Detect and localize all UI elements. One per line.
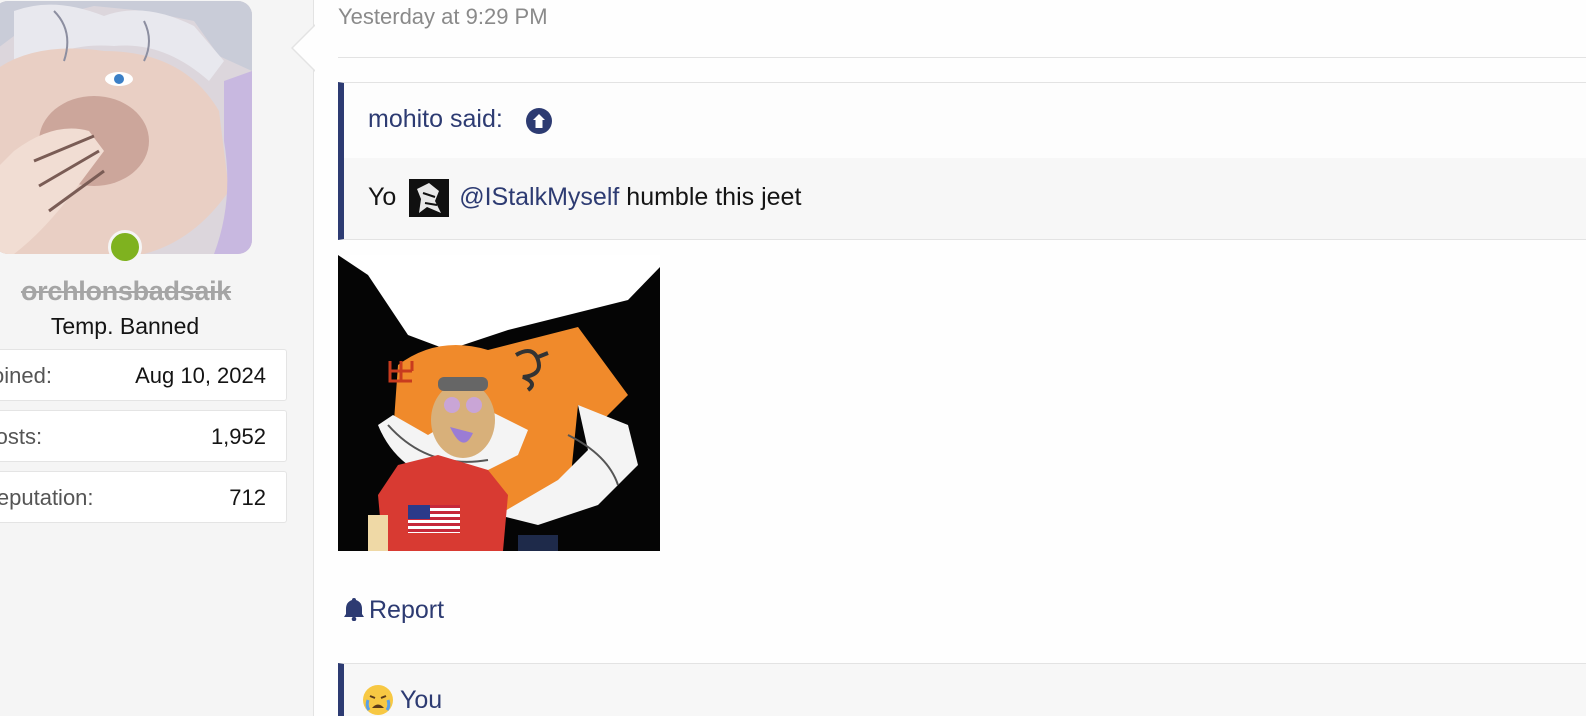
avatar-illustration [0, 1, 252, 254]
quote-header: mohito said: [344, 83, 1586, 158]
post-image[interactable] [338, 255, 660, 551]
forum-post: orchlonsbadsaik Temp. Banned Joined: Aug… [0, 0, 1586, 716]
stat-label: Posts: [0, 424, 43, 449]
meme-image [338, 255, 660, 551]
user-title: Temp. Banned [50, 313, 200, 339]
report-link[interactable]: Report [343, 596, 444, 625]
stat-posts: Posts: 1,952 [0, 410, 287, 462]
stat-reputation: Reputation: 712 [0, 471, 287, 523]
header-divider [338, 57, 1586, 58]
username[interactable]: orchlonsbadsaik [0, 276, 252, 307]
user-avatar[interactable] [0, 1, 252, 254]
post-timestamp[interactable]: Yesterday at 9:29 PM [338, 4, 548, 30]
online-status-indicator [108, 230, 142, 264]
stat-value: 712 [229, 485, 266, 510]
stat-label: Joined: [0, 363, 52, 388]
user-info-column: orchlonsbadsaik Temp. Banned Joined: Aug… [0, 0, 314, 716]
stat-joined: Joined: Aug 10, 2024 [0, 349, 287, 401]
reactions-bar: You [338, 663, 1586, 716]
reaction-user-link[interactable]: You [400, 686, 442, 715]
weary-face-icon [363, 685, 393, 715]
quote-text-before: Yo [368, 183, 397, 211]
quote-block: mohito said: Yo @IStalkMyself humble thi… [338, 82, 1586, 240]
user-mention-link[interactable]: @IStalkMyself [459, 183, 619, 211]
quote-text-after: humble this jeet [626, 183, 802, 211]
post-pointer-arrow-fill [293, 24, 317, 72]
stat-value: 1,952 [210, 424, 266, 449]
mention-avatar [409, 179, 450, 217]
stat-value: Aug 10, 2024 [135, 363, 266, 388]
arrow-up-circle-icon[interactable] [526, 108, 552, 134]
quote-body: Yo @IStalkMyself humble this jeet [368, 179, 801, 217]
quote-author-link[interactable]: mohito said: [368, 105, 503, 134]
report-label: Report [369, 596, 445, 624]
bell-icon [344, 598, 364, 621]
stat-label: Reputation: [0, 485, 94, 510]
